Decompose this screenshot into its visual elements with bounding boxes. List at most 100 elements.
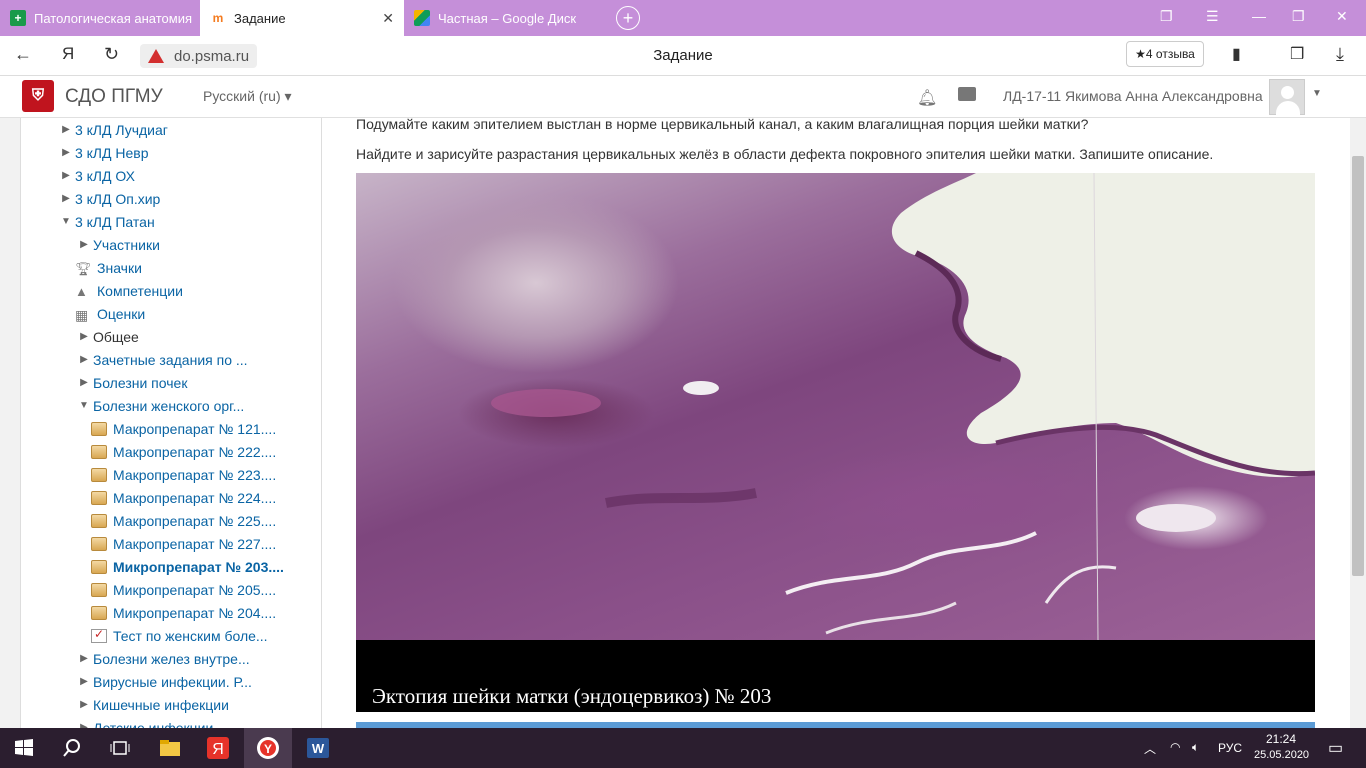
sidebar-item-label: Тест по женским боле... <box>113 627 268 644</box>
svg-text:W: W <box>312 741 325 756</box>
task-view-icon[interactable] <box>108 736 132 760</box>
sidebar-item[interactable]: ▶ 3 кЛД Оп.хир <box>57 187 160 210</box>
restore-icon[interactable]: ❐ <box>1292 8 1305 25</box>
sidebar-item[interactable]: ▶ 3 кЛД ОХ <box>57 164 135 187</box>
sidebar-item[interactable]: ▶ 3 кЛД Невр <box>57 141 148 164</box>
sidebar-item[interactable]: Макропрепарат № 223.... <box>91 463 276 486</box>
sidebar-item[interactable]: ▶ Вирусные инфекции. Р... <box>75 670 252 693</box>
sidebar-item[interactable]: Тест по женским боле... <box>91 624 268 647</box>
word-icon[interactable]: W <box>306 736 330 760</box>
notification-center-icon[interactable]: ▭ <box>1328 738 1343 758</box>
sidebar-item[interactable]: Микропрепарат № 205.... <box>91 578 276 601</box>
sidebar-item[interactable]: ▲ Компетенции <box>75 279 183 302</box>
tab-task[interactable]: m Задание ✕ <box>200 0 404 36</box>
tab-label: Задание <box>234 10 286 26</box>
page-scrollbar[interactable] <box>1350 118 1366 728</box>
clock-date[interactable]: 25.05.2020 <box>1254 749 1309 761</box>
sidebar-item[interactable]: ▶ Участники <box>75 233 160 256</box>
sidebar-item-label: Болезни желез внутре... <box>93 650 250 667</box>
svg-text:Y: Y <box>264 742 272 756</box>
download-icon[interactable]: ⤓ <box>1336 44 1344 65</box>
notifications-icon[interactable]: 🔔︎ <box>917 88 937 108</box>
sidebar-item[interactable]: 🏆︎ Значки <box>75 256 142 279</box>
page-icon <box>91 559 107 574</box>
network-icon[interactable]: ◠ <box>1170 740 1180 754</box>
messages-icon[interactable] <box>958 87 976 101</box>
clock-time[interactable]: 21:24 <box>1266 732 1296 746</box>
collapsed-caret-icon: ▶ <box>62 147 70 158</box>
menu-icon[interactable]: ☰ <box>1206 8 1219 25</box>
minimize-icon[interactable]: — <box>1252 8 1266 24</box>
site-brand[interactable]: СДО ПГМУ <box>65 86 163 108</box>
sidebar-item[interactable]: ▼ 3 кЛД Патан <box>57 210 155 233</box>
sidebar-item[interactable]: Макропрепарат № 121.... <box>91 417 276 440</box>
sidebar-item[interactable]: ▶ Детские инфекции <box>75 716 213 729</box>
bookmark-icon[interactable]: ▮ <box>1232 44 1241 64</box>
close-window-icon[interactable]: ✕ <box>1336 8 1348 25</box>
sidebar-item-label: Макропрепарат № 224.... <box>113 489 277 506</box>
scrollbar-thumb[interactable] <box>1352 156 1364 576</box>
sidebar-item[interactable]: Макропрепарат № 222.... <box>91 440 276 463</box>
tab-pathology[interactable]: + Патологическая анатомия <box>0 0 200 36</box>
search-icon[interactable] <box>60 736 84 760</box>
collapsed-caret-icon: ▶ <box>62 124 70 135</box>
sidebar-item-label: Оценки <box>97 305 146 322</box>
sidebar-item[interactable]: Макропрепарат № 227.... <box>91 532 276 555</box>
windows-start-icon[interactable] <box>12 736 36 760</box>
psma-logo-icon[interactable]: ⛨ <box>22 80 54 112</box>
sidebar-item-label: Макропрепарат № 225.... <box>113 512 277 529</box>
collapsed-caret-icon: ▶ <box>80 354 88 365</box>
sidebar-item[interactable]: Макропрепарат № 224.... <box>91 486 276 509</box>
new-tab-button[interactable]: + <box>616 6 640 30</box>
expanded-caret-icon: ▼ <box>79 400 89 411</box>
sidebar-item[interactable]: ▶ Кишечные инфекции <box>75 693 229 716</box>
collapsed-caret-icon: ▶ <box>80 699 88 710</box>
sidebar-item-label: Вирусные инфекции. Р... <box>93 673 252 690</box>
collapsed-caret-icon: ▶ <box>80 653 88 664</box>
page-icon <box>91 467 107 482</box>
tab-label: Частная – Google Диск <box>438 10 577 26</box>
instruction-text: Найдите и зарисуйте разрастания цервикал… <box>356 146 1214 162</box>
user-menu-caret-icon[interactable]: ▼ <box>1312 88 1322 99</box>
sidebar-item[interactable]: Микропрепарат № 203.... <box>91 555 284 578</box>
sidebar-item[interactable]: ▦ Оценки <box>75 302 145 325</box>
tray-expand-icon[interactable]: ︿ <box>1144 740 1156 757</box>
page-icon <box>91 421 107 436</box>
sidebar-item[interactable]: ▶ Общее <box>75 325 139 348</box>
collapsed-caret-icon: ▶ <box>80 239 88 250</box>
collapsed-caret-icon: ▶ <box>80 676 88 687</box>
sidebar-item-label: Микропрепарат № 205.... <box>113 581 277 598</box>
sidebar-item[interactable]: ▶ Зачетные задания по ... <box>75 348 248 371</box>
sidebar-item[interactable]: Микропрепарат № 204.... <box>91 601 276 624</box>
page-icon <box>91 536 107 551</box>
extensions-icon[interactable]: ❒ <box>1290 44 1304 64</box>
collapsed-caret-icon: ▶ <box>80 377 88 388</box>
sidebar-item-label: Зачетные задания по ... <box>93 351 248 368</box>
tab-google-drive[interactable]: Частная – Google Диск <box>404 0 610 36</box>
caption-bar: Эктопия шейки матки (эндоцервикоз) № 203 <box>356 640 1315 712</box>
collapsed-caret-icon: ▶ <box>62 170 70 181</box>
sidebar-item-label: Общее <box>93 328 139 345</box>
sidebar-item-label: 3 кЛД Оп.хир <box>75 190 161 207</box>
sidebar-item[interactable]: ▶ 3 кЛД Лучдиаг <box>57 118 168 141</box>
yandex-app-icon[interactable]: Я <box>206 736 230 760</box>
input-language[interactable]: РУС <box>1218 741 1242 755</box>
user-name[interactable]: ЛД-17-11 Якимова Анна Александровна <box>1003 88 1263 104</box>
volume-icon[interactable]: 🔈︎ <box>1192 740 1199 755</box>
sidebar-item[interactable]: ▶ Болезни почек <box>75 371 187 394</box>
sidebar-item-label: Макропрепарат № 223.... <box>113 466 277 483</box>
sidebar-item-label: Макропрепарат № 121.... <box>113 420 277 437</box>
yandex-browser-active-slot[interactable]: Y <box>244 728 292 768</box>
language-menu[interactable]: Русский (ru) ▾ <box>203 88 292 105</box>
svg-text:Я: Я <box>212 741 224 758</box>
file-explorer-icon[interactable] <box>158 736 182 760</box>
reviews-button[interactable]: ★4 отзыва <box>1126 41 1204 67</box>
close-tab-icon[interactable]: ✕ <box>382 10 394 27</box>
sidebar-item[interactable]: ▶ Болезни желез внутре... <box>75 647 250 670</box>
page-icon <box>91 513 107 528</box>
sidebar-item-label: 3 кЛД Патан <box>75 213 155 230</box>
sidebar-item[interactable]: ▼ Болезни женского орг... <box>75 394 244 417</box>
tabs-manager-icon[interactable]: ❐ <box>1160 8 1173 25</box>
sidebar-item[interactable]: Макропрепарат № 225.... <box>91 509 276 532</box>
avatar[interactable] <box>1269 79 1305 115</box>
